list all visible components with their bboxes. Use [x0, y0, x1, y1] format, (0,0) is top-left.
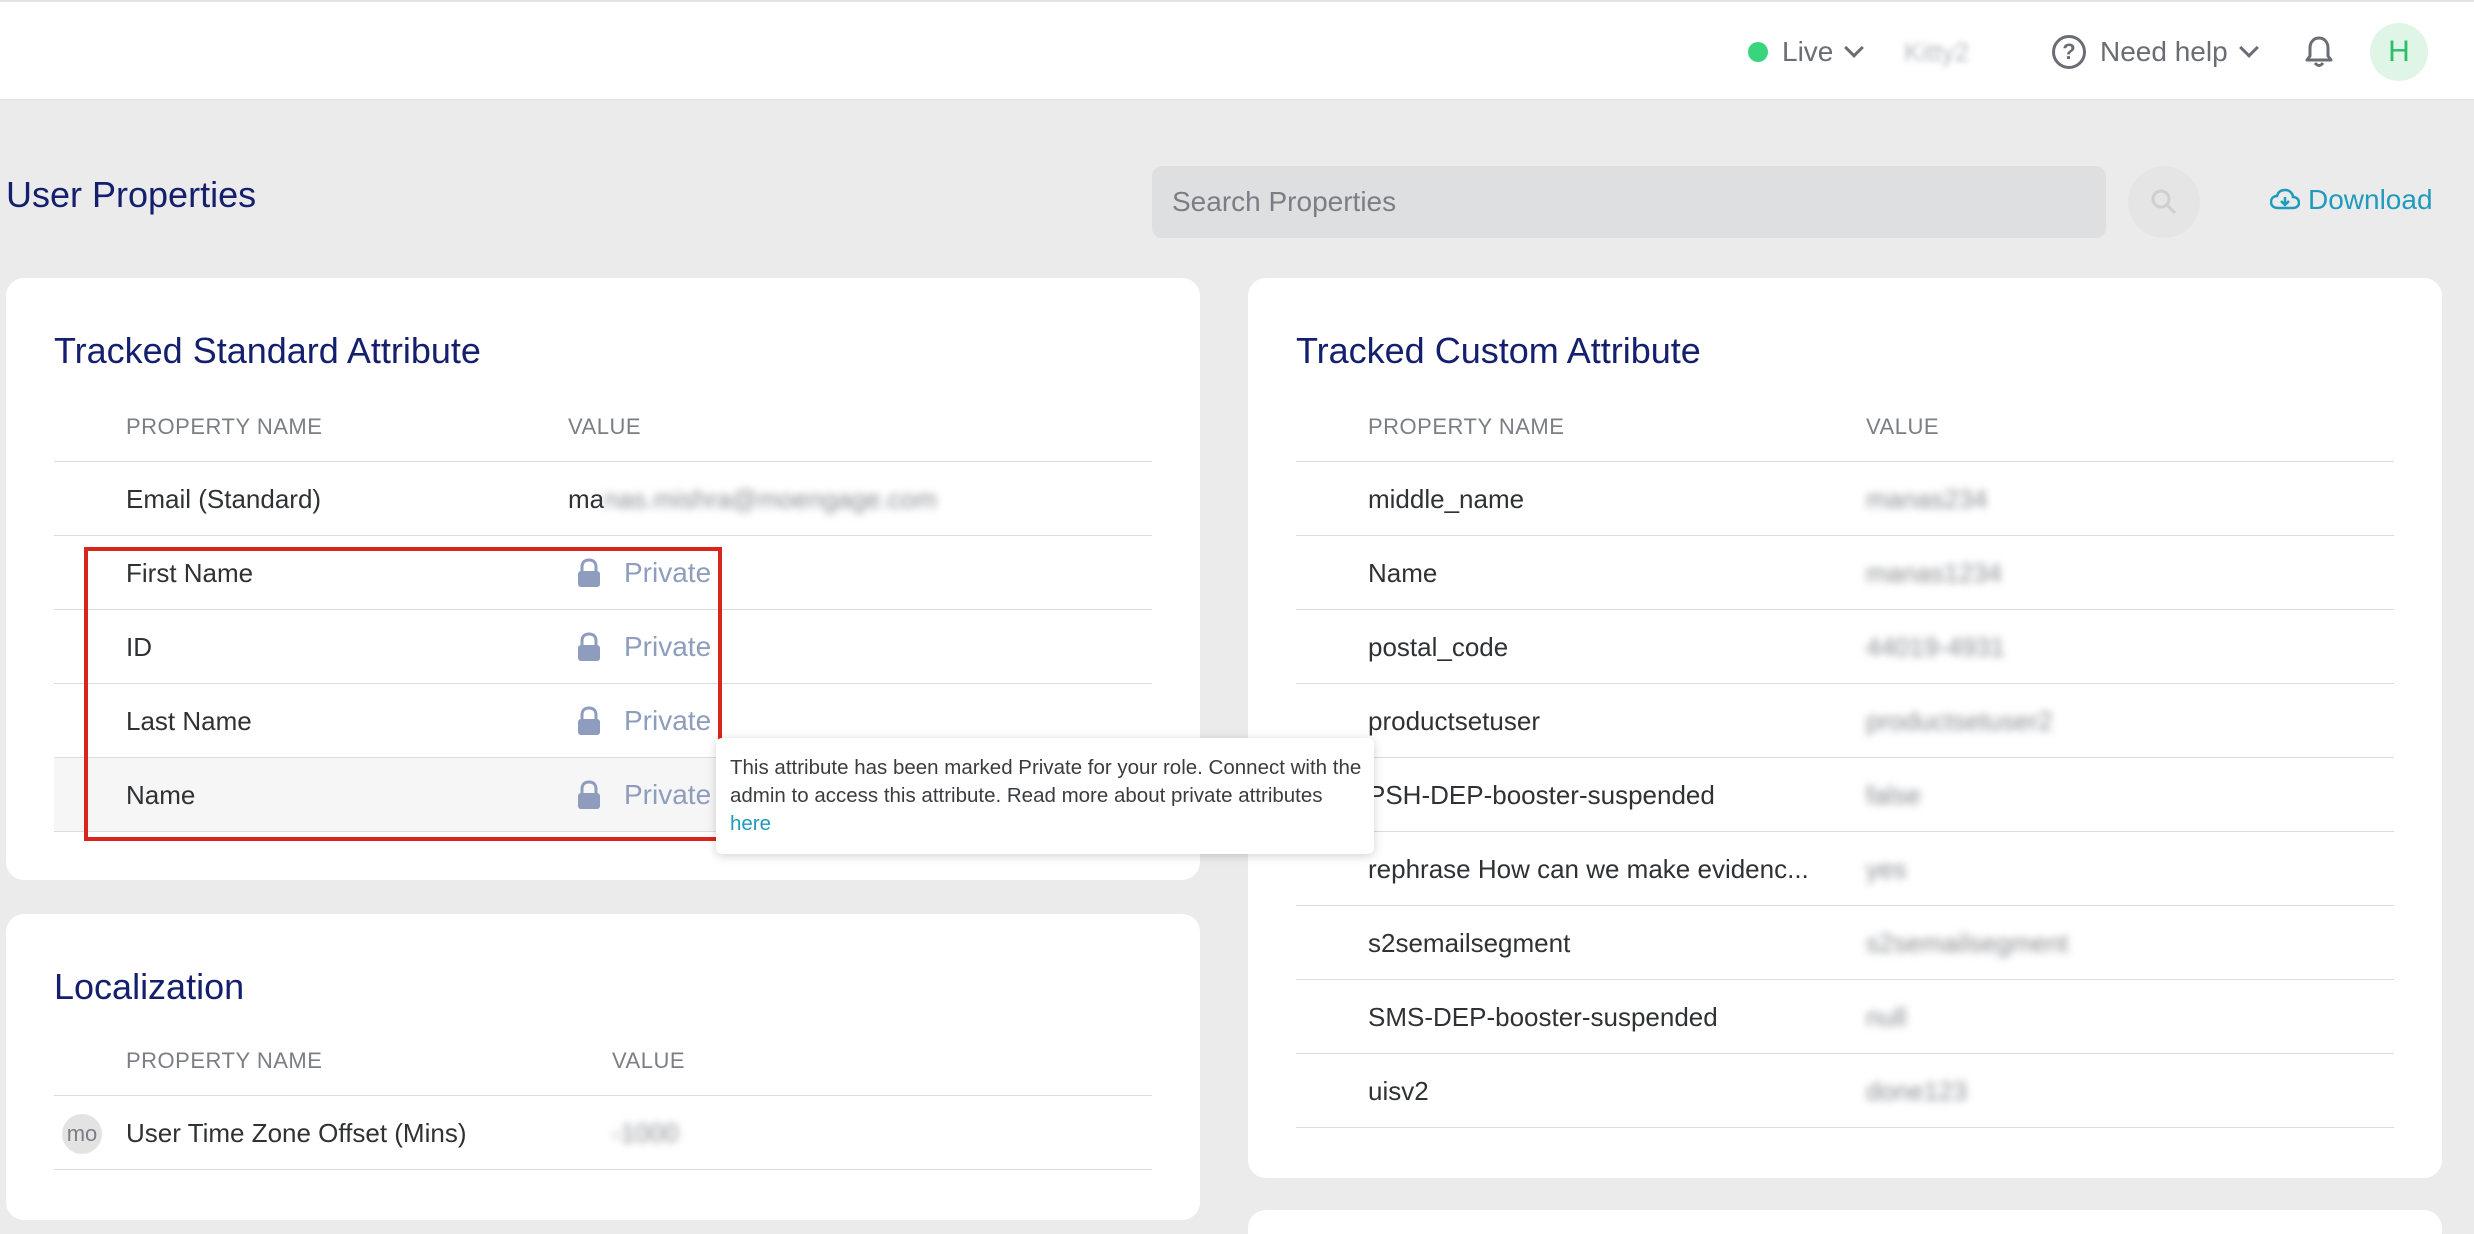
table-header: PROPERTY NAME VALUE: [54, 414, 1152, 462]
localization-card: Localization PROPERTY NAME VALUE mo User…: [6, 914, 1200, 1220]
property-name: uisv2: [1368, 1075, 1429, 1106]
private-label: Private: [624, 557, 712, 588]
question-circle-icon: ?: [2052, 35, 2086, 69]
property-value: done123: [1866, 1075, 1968, 1106]
property-name: Name: [1368, 557, 1438, 588]
property-value: manas234: [1866, 483, 1988, 514]
download-button[interactable]: Download: [2270, 184, 2433, 216]
property-name: postal_code: [1368, 631, 1509, 662]
table-row[interactable]: postal_code 44019-4931: [1296, 610, 2394, 684]
chevron-down-icon: [2238, 38, 2259, 58]
property-value: -1000: [612, 1117, 679, 1148]
property-value: ma nas.mishra@moengage.com: [568, 462, 937, 536]
table-row[interactable]: ID Private: [54, 610, 1152, 684]
table-row[interactable]: First Name Private: [54, 536, 1152, 610]
column-header-property-name: PROPERTY NAME: [126, 1048, 323, 1073]
chevron-down-icon: [1844, 38, 1865, 58]
property-value: manas1234: [1866, 557, 2002, 588]
table-row[interactable]: rephrase How can we make evidenc... yes: [1296, 832, 2394, 906]
workspace-switcher[interactable]: Kitty2: [1904, 2, 1969, 102]
download-label: Download: [2308, 184, 2433, 215]
tooltip-text: This attribute has been marked Private f…: [730, 756, 1362, 807]
environment-switcher[interactable]: Live: [1748, 2, 1865, 102]
cloud-download-icon: [2270, 188, 2300, 210]
help-menu[interactable]: ? Need help: [2052, 2, 2259, 102]
property-name: productsetuser: [1368, 705, 1540, 736]
property-name: rephrase How can we make evidenc...: [1368, 853, 1809, 884]
property-name: First Name: [126, 557, 254, 588]
private-label: Private: [624, 631, 712, 662]
property-name: middle_name: [1368, 483, 1525, 514]
table-row[interactable]: SMS-DEP-booster-suspended null: [1296, 980, 2394, 1054]
property-value: productsetuser2: [1866, 705, 2053, 736]
column-header-value: VALUE: [1866, 414, 1940, 439]
page-title: User Properties: [6, 174, 257, 215]
private-label: Private: [624, 779, 712, 810]
avatar: H: [2370, 23, 2428, 81]
private-value[interactable]: Private: [576, 758, 711, 832]
private-label: Private: [624, 705, 712, 736]
property-value: 44019-4931: [1866, 631, 2005, 662]
source-badge: mo: [62, 1114, 102, 1154]
lock-icon: [576, 558, 602, 588]
workspace-label: Kitty2: [1904, 36, 1970, 67]
custom-attributes-card: Tracked Custom Attribute PROPERTY NAME V…: [1248, 278, 2442, 1178]
user-avatar-button[interactable]: H: [2370, 2, 2428, 102]
private-attribute-tooltip: This attribute has been marked Private f…: [716, 738, 1374, 854]
lock-icon: [576, 632, 602, 662]
notifications-button[interactable]: [2304, 2, 2334, 102]
column-header-value: VALUE: [568, 414, 642, 439]
top-bar: Live Kitty2 ? Need help H: [0, 0, 2474, 100]
column-header-property-name: PROPERTY NAME: [126, 414, 323, 439]
help-label: Need help: [2100, 36, 2228, 67]
property-value: null: [1866, 1001, 1907, 1032]
property-name: SMS-DEP-booster-suspended: [1368, 1001, 1718, 1032]
custom-card-title: Tracked Custom Attribute: [1296, 330, 1701, 371]
standard-card-title: Tracked Standard Attribute: [54, 330, 481, 371]
property-name: s2semailsegment: [1368, 927, 1571, 958]
table-header: PROPERTY NAME VALUE: [1296, 414, 2394, 462]
table-header: PROPERTY NAME VALUE: [54, 1048, 1152, 1096]
private-value[interactable]: Private: [576, 536, 711, 610]
environment-label: Live: [1782, 36, 1834, 67]
private-value[interactable]: Private: [576, 610, 711, 684]
table-row[interactable]: s2semailsegment s2semailsegment: [1296, 906, 2394, 980]
next-card-partial: [1248, 1210, 2442, 1234]
value-prefix: ma: [568, 483, 605, 514]
tooltip-link[interactable]: here: [730, 812, 771, 835]
localization-card-title: Localization: [54, 966, 245, 1007]
search-button[interactable]: [2128, 166, 2200, 238]
column-header-value: VALUE: [612, 1048, 686, 1073]
property-value: yes: [1866, 853, 1907, 884]
property-name: Name: [126, 779, 196, 810]
search-icon: [2151, 189, 2177, 215]
bell-icon: [2305, 36, 2333, 67]
table-row[interactable]: uisv2 done123: [1296, 1054, 2394, 1128]
property-name: ID: [126, 631, 152, 662]
table-row[interactable]: PSH-DEP-booster-suspended false: [1296, 758, 2394, 832]
property-name: PSH-DEP-booster-suspended: [1368, 779, 1715, 810]
property-name: Last Name: [126, 705, 252, 736]
localization-table: PROPERTY NAME VALUE mo User Time Zone Of…: [54, 1048, 1152, 1170]
property-name: Email (Standard): [126, 483, 322, 514]
property-value: s2semailsegment: [1866, 927, 2069, 958]
table-row[interactable]: mo User Time Zone Offset (Mins) -1000: [54, 1096, 1152, 1170]
lock-icon: [576, 780, 602, 810]
column-header-property-name: PROPERTY NAME: [1368, 414, 1565, 439]
lock-icon: [576, 706, 602, 736]
private-value[interactable]: Private: [576, 684, 711, 758]
table-row[interactable]: Name manas1234: [1296, 536, 2394, 610]
table-row[interactable]: productsetuser productsetuser2: [1296, 684, 2394, 758]
property-value: false: [1866, 779, 1921, 810]
table-row[interactable]: Email (Standard) ma nas.mishra@moengage.c…: [54, 462, 1152, 536]
property-name: User Time Zone Offset (Mins): [126, 1117, 467, 1148]
custom-attributes-table: PROPERTY NAME VALUE middle_name manas234…: [1296, 414, 2394, 1128]
search-input[interactable]: [1152, 166, 2106, 238]
environment-status-dot: [1748, 42, 1768, 62]
value-hidden: nas.mishra@moengage.com: [604, 483, 937, 514]
table-row[interactable]: middle_name manas234: [1296, 462, 2394, 536]
